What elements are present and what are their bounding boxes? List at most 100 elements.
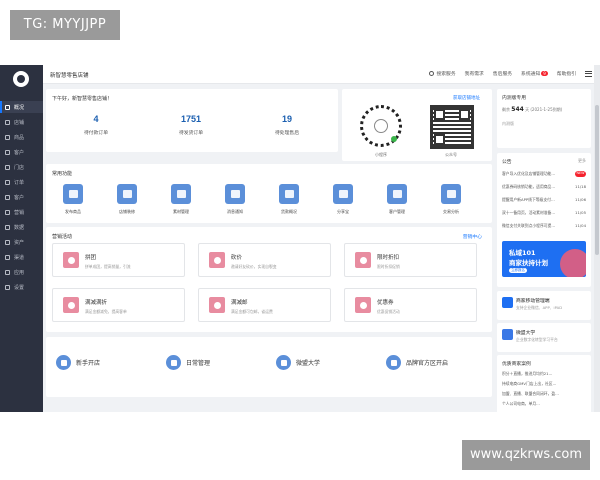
menu-icon[interactable]	[585, 70, 592, 77]
version-sub: 内测版	[502, 121, 514, 126]
sidebar-item[interactable]: 资产	[0, 236, 43, 248]
sidebar-item-icon	[5, 284, 10, 290]
mini-program-caption: 小程序	[375, 152, 387, 157]
marketing-card-desc: 满足金额可包邮，省运费	[231, 309, 273, 314]
sidebar-item-label: 数据	[14, 224, 25, 231]
overview-panel: 下午好，新智慧零售店铺！ 4 待付款订单 1751 待发货订单 19 待处理售后	[46, 89, 338, 152]
marketing-card[interactable]: 满减满折 满足金额减免，提高客单	[52, 288, 185, 322]
topbar-link-notifications[interactable]: 系统通知 9	[521, 70, 548, 77]
rocket-icon	[56, 355, 71, 370]
app-card-university[interactable]: 微盟大学 企业数字化转型学习平台	[497, 323, 591, 352]
marketing-card-title: 限时折扣	[377, 255, 400, 261]
notice-date: 11/06	[575, 197, 586, 202]
sidebar-item[interactable]: 设置	[0, 281, 43, 293]
notice-more-link[interactable]: 更多	[578, 158, 586, 164]
promo-banner[interactable]: 私域101 商家扶持计划 立即报名	[502, 241, 586, 277]
sidebar-item[interactable]: 数据	[0, 221, 43, 233]
guide-weimob-university[interactable]: 微盟大学	[276, 355, 320, 370]
function-item-label: 店铺装修	[119, 209, 135, 214]
get-shop-address-link[interactable]: 获取店铺地址	[453, 95, 480, 101]
notice-item[interactable]: 微信支付关联到点小程序可提… 11/04	[502, 223, 586, 229]
marketing-card[interactable]: 优惠券 优惠促销活动	[344, 288, 477, 322]
function-item-5[interactable]: 货款概况	[274, 184, 304, 215]
sidebar-item-label: 概况	[14, 104, 25, 111]
scrollbar[interactable]	[594, 65, 600, 412]
sidebar-item[interactable]: 概况	[0, 101, 43, 113]
marketing-card-desc: 邀请好友砍价，实现自裂变	[231, 264, 277, 269]
marketing-card[interactable]: 拼团 拼单成团，提高销量，引流	[52, 243, 185, 277]
mini-program-code-icon	[360, 105, 402, 147]
guide-brand-zone[interactable]: 品牌官方区开启	[386, 355, 448, 370]
sidebar-item[interactable]: 客户	[0, 146, 43, 158]
sidebar-item[interactable]: 营销	[0, 206, 43, 218]
sidebar-item-icon	[5, 269, 10, 275]
function-item-7[interactable]: 客户管理	[382, 184, 412, 215]
function-item-8[interactable]: 交易分析	[436, 184, 466, 215]
watermark-bottom: www.qzkrws.com	[462, 440, 590, 470]
common-functions-panel: 常用功能 发布商品 店铺装修 素材管理 消息通知 货款概况 分享宝 客户管理 交易分析	[46, 164, 492, 223]
app-card-mobile[interactable]: 商家移动管理端 支持企业微信、APP、iPAD	[497, 291, 591, 320]
app-window: 概况 店铺 商品 客户 门店 订单 客户 营销 数据 资产 渠道 应用 设置 新智慧零售店铺 搜索服务 …	[0, 65, 600, 412]
function-item-label: 素材管理	[173, 209, 189, 214]
sidebar-item-icon	[5, 149, 10, 155]
sidebar-item[interactable]: 客户	[0, 191, 43, 203]
sidebar-item-label: 客户	[14, 194, 25, 201]
topbar-link-help[interactable]: 帮助指引	[557, 70, 576, 77]
function-item-4[interactable]: 消息通知	[220, 184, 250, 215]
topbar-actions: 搜索服务 我有需求 售后服务 系统通知 9 帮助指引	[429, 70, 592, 77]
sidebar-item[interactable]: 门店	[0, 161, 43, 173]
case-item[interactable]: 积分＋直播，推进月均约21…	[502, 371, 586, 377]
case-item[interactable]: 持续电商GMV门店上出，社区…	[502, 381, 586, 387]
marketing-card-title: 满减邮	[231, 300, 248, 306]
notice-item[interactable]: 提醒用户新APP线下等级支付… 11/06	[502, 197, 586, 203]
search-button[interactable]: 搜索服务	[429, 70, 456, 77]
logo-icon[interactable]	[13, 71, 29, 87]
sidebar-item[interactable]: 渠道	[0, 251, 43, 263]
stat-pending-shipment[interactable]: 1751 待发货订单	[146, 114, 236, 136]
topbar-link-demand[interactable]: 我有需求	[465, 70, 484, 77]
marketing-card[interactable]: 限时折扣限时折扣促销	[344, 243, 477, 277]
marketing-card[interactable]: 砍价邀请好友砍价，实现自裂变	[198, 243, 331, 277]
function-item-1[interactable]: 发布商品	[58, 184, 88, 215]
case-item[interactable]: 加盟、直播、联盟合同闭环，盈…	[502, 391, 586, 397]
search-icon	[429, 71, 435, 76]
academy-icon	[276, 355, 291, 370]
topbar-link-service[interactable]: 售后服务	[493, 70, 512, 77]
sidebar-item-label: 渠道	[14, 254, 25, 261]
notice-item[interactable]: 双十一备用页，活动素材准备… 11/05	[502, 210, 586, 216]
marketing-center-link[interactable]: 营销中心	[463, 233, 482, 240]
sidebar-item[interactable]: 店铺	[0, 116, 43, 128]
material-icon	[171, 184, 191, 204]
sidebar-item[interactable]: 商品	[0, 131, 43, 143]
sidebar-item-icon	[5, 209, 10, 215]
marketing-card-title: 砍价	[231, 255, 243, 261]
function-item-2[interactable]: 店铺装修	[112, 184, 142, 215]
marketing-panel: 营销活动 营销中心 拼团 拼单成团，提高销量，引流 砍价 邀请好友砍价，实现自裂变 限时…	[46, 227, 492, 332]
marketing-card-desc: 限时折扣促销	[377, 264, 400, 269]
case-item[interactable]: 个人公司电商，单月...	[502, 401, 586, 407]
function-item-6[interactable]: 分享宝	[328, 184, 358, 215]
sidebar-item[interactable]: 订单	[0, 176, 43, 188]
sidebar-item-icon	[5, 254, 10, 260]
goods-icon	[63, 184, 83, 204]
cases-title: 优质商家案例	[502, 362, 531, 367]
group-buy-icon	[63, 252, 79, 268]
notice-item[interactable]: 优惠券码核销功能，适用商品… 11/18	[502, 184, 586, 190]
scrollbar-thumb[interactable]	[595, 105, 599, 255]
banner-signup-button[interactable]: 立即报名	[509, 268, 527, 273]
stat-pending-aftersale[interactable]: 19 待处理售后	[242, 114, 332, 136]
coupon-icon	[355, 297, 371, 313]
notice-item[interactable]: 客户导入优化及店铺管理功能… NEW	[502, 171, 586, 177]
notice-text: 优惠券码核销功能，适用商品…	[502, 184, 556, 189]
guide-new-shop[interactable]: 新手开店	[56, 355, 100, 370]
notice-text: 微信支付关联到点小程序可提…	[502, 223, 556, 228]
cloud-icon	[166, 355, 181, 370]
marketing-card[interactable]: 满减邮满足金额可包邮，省运费	[198, 288, 331, 322]
marketing-title: 营销活动	[52, 234, 73, 240]
stat-pending-payment[interactable]: 4 待付款订单	[51, 114, 141, 136]
function-item-3[interactable]: 素材管理	[166, 184, 196, 215]
guide-daily-management[interactable]: 日常管理	[166, 355, 210, 370]
sidebar-item[interactable]: 应用	[0, 266, 43, 278]
topbar: 新智慧零售店铺 搜索服务 我有需求 售后服务 系统通知 9 帮助指引	[43, 65, 600, 84]
notice-panel: 公告 更多 客户导入优化及店铺管理功能… NEW 优惠券码核销功能，适用商品… 11/…	[497, 153, 591, 287]
